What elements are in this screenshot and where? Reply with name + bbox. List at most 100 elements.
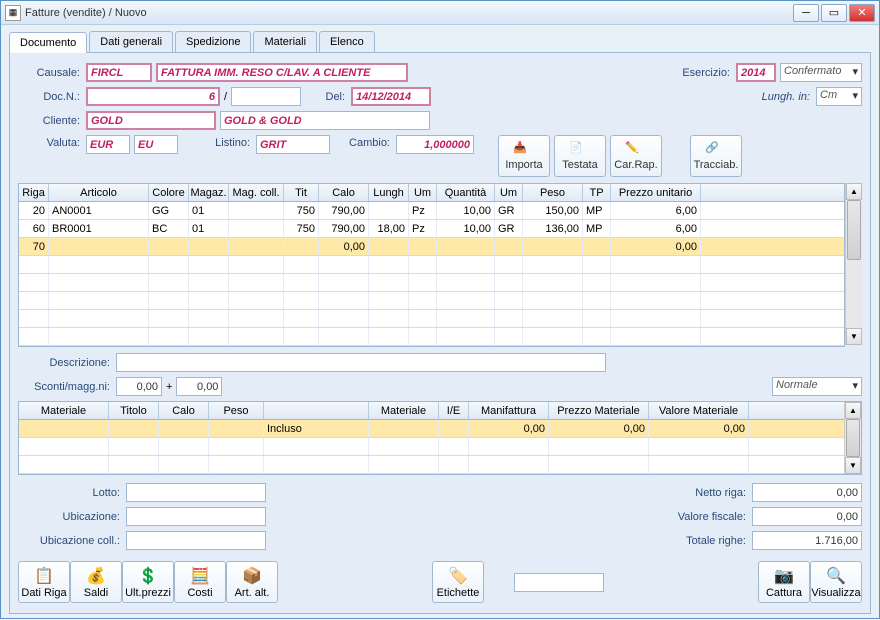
testata-button[interactable]: 📄Testata xyxy=(554,135,606,177)
grid2-scrollbar[interactable]: ▲ ▼ xyxy=(844,402,861,474)
grid1-scrollbar[interactable]: ▲ ▼ xyxy=(845,183,862,345)
grid-cell[interactable] xyxy=(109,420,159,437)
grid-cell[interactable] xyxy=(369,202,409,219)
grid2-header[interactable]: Prezzo Materiale xyxy=(549,402,649,419)
grid2-header[interactable] xyxy=(264,402,369,419)
ultprezzi-button[interactable]: 💲Ult.prezzi xyxy=(122,561,174,603)
grid-cell[interactable] xyxy=(523,238,583,255)
grid-cell[interactable]: 20 xyxy=(19,202,49,219)
grid-cell[interactable]: BC xyxy=(149,220,189,237)
bottom-input[interactable] xyxy=(514,573,604,592)
grid-cell[interactable]: 150,00 xyxy=(523,202,583,219)
grid1-header[interactable]: Peso xyxy=(523,184,583,201)
grid-cell[interactable] xyxy=(49,238,149,255)
cambio-input[interactable] xyxy=(396,135,474,154)
grid-cell[interactable] xyxy=(583,238,611,255)
grid1-header[interactable]: Calo xyxy=(319,184,369,201)
grid1-header[interactable]: Um xyxy=(495,184,523,201)
grid2-header[interactable]: I/E xyxy=(439,402,469,419)
minimize-button[interactable]: ─ xyxy=(793,4,819,22)
cliente-desc-input[interactable] xyxy=(220,111,430,130)
grid-cell[interactable]: 60 xyxy=(19,220,49,237)
etichette-button[interactable]: 🏷️Etichette xyxy=(432,561,484,603)
visualizza-button[interactable]: 🔍Visualizza xyxy=(810,561,862,603)
tab-documento[interactable]: Documento xyxy=(9,32,87,53)
netto-input[interactable] xyxy=(752,483,862,502)
scroll-up-button[interactable]: ▲ xyxy=(846,183,862,200)
grid-cell[interactable]: 0,00 xyxy=(649,420,749,437)
grid-cell[interactable] xyxy=(229,202,284,219)
grid2-header[interactable]: Materiale xyxy=(369,402,439,419)
table-row[interactable]: Incluso0,000,000,00 xyxy=(19,420,844,438)
table-row[interactable] xyxy=(19,274,844,292)
grid-cell[interactable]: 136,00 xyxy=(523,220,583,237)
grid-cell[interactable]: 750 xyxy=(284,202,319,219)
descrizione-input[interactable] xyxy=(116,353,606,372)
normale-dropdown[interactable]: Normale xyxy=(772,377,862,396)
grid-cell[interactable]: Pz xyxy=(409,220,437,237)
tracciab-button[interactable]: 🔗Tracciab. xyxy=(690,135,742,177)
grid2-header[interactable]: Materiale xyxy=(19,402,109,419)
table-row[interactable]: 700,000,00 xyxy=(19,238,844,256)
grid-cell[interactable]: 790,00 xyxy=(319,202,369,219)
grid-cell[interactable] xyxy=(369,238,409,255)
grid-cell[interactable]: GG xyxy=(149,202,189,219)
grid-cell[interactable]: 01 xyxy=(189,202,229,219)
grid1-header[interactable]: TP xyxy=(583,184,611,201)
grid-cell[interactable]: 6,00 xyxy=(611,220,701,237)
grid-cell[interactable] xyxy=(209,420,264,437)
valuta-code-input[interactable] xyxy=(86,135,130,154)
carrap-button[interactable]: ✏️Car.Rap. xyxy=(610,135,662,177)
table-row[interactable] xyxy=(19,256,844,274)
materials-grid[interactable]: MaterialeTitoloCaloPesoMaterialeI/EManif… xyxy=(19,402,844,474)
grid-cell[interactable]: 10,00 xyxy=(437,220,495,237)
table-row[interactable] xyxy=(19,328,844,346)
grid-cell[interactable]: 6,00 xyxy=(611,202,701,219)
valfisc-input[interactable] xyxy=(752,507,862,526)
scroll-up-button[interactable]: ▲ xyxy=(845,402,861,419)
causale-desc-input[interactable] xyxy=(156,63,408,82)
importa-button[interactable]: 📥Importa xyxy=(498,135,550,177)
esercizio-input[interactable] xyxy=(736,63,776,82)
table-row[interactable] xyxy=(19,438,844,456)
grid1-header[interactable]: Um xyxy=(409,184,437,201)
cliente-code-input[interactable] xyxy=(86,111,216,130)
grid1-header[interactable]: Lungh xyxy=(369,184,409,201)
lotto-input[interactable] xyxy=(126,483,266,502)
grid-cell[interactable] xyxy=(229,238,284,255)
grid-cell[interactable]: MP xyxy=(583,220,611,237)
grid1-header[interactable]: Magaz. xyxy=(189,184,229,201)
scroll-thumb[interactable] xyxy=(846,419,860,457)
docn-suffix-input[interactable] xyxy=(231,87,301,106)
grid-cell[interactable] xyxy=(437,238,495,255)
grid-cell[interactable]: Incluso xyxy=(264,420,369,437)
table-row[interactable] xyxy=(19,456,844,474)
grid1-header[interactable]: Articolo xyxy=(49,184,149,201)
grid2-header[interactable]: Titolo xyxy=(109,402,159,419)
causale-code-input[interactable] xyxy=(86,63,152,82)
grid-cell[interactable] xyxy=(149,238,189,255)
grid-cell[interactable]: AN0001 xyxy=(49,202,149,219)
grid-cell[interactable]: 750 xyxy=(284,220,319,237)
ubicazione-input[interactable] xyxy=(126,507,266,526)
grid2-header[interactable]: Peso xyxy=(209,402,264,419)
lungh-dropdown[interactable]: Cm xyxy=(816,87,862,106)
grid-cell[interactable]: 0,00 xyxy=(611,238,701,255)
close-button[interactable]: ✕ xyxy=(849,4,875,22)
costi-button[interactable]: 🧮Costi xyxy=(174,561,226,603)
grid-cell[interactable] xyxy=(19,420,109,437)
scroll-down-button[interactable]: ▼ xyxy=(846,328,862,345)
grid1-header[interactable]: Tit xyxy=(284,184,319,201)
table-row[interactable] xyxy=(19,292,844,310)
grid-cell[interactable]: 0,00 xyxy=(469,420,549,437)
cattura-button[interactable]: 📷Cattura xyxy=(758,561,810,603)
tab-elenco[interactable]: Elenco xyxy=(319,31,375,52)
grid-cell[interactable]: Pz xyxy=(409,202,437,219)
grid2-header[interactable]: Calo xyxy=(159,402,209,419)
grid-cell[interactable] xyxy=(439,420,469,437)
grid-cell[interactable] xyxy=(409,238,437,255)
docn-input[interactable] xyxy=(86,87,220,106)
grid-cell[interactable] xyxy=(284,238,319,255)
table-row[interactable]: 60BR0001BC01750790,0018,00Pz10,00GR136,0… xyxy=(19,220,844,238)
scroll-down-button[interactable]: ▼ xyxy=(845,457,861,474)
